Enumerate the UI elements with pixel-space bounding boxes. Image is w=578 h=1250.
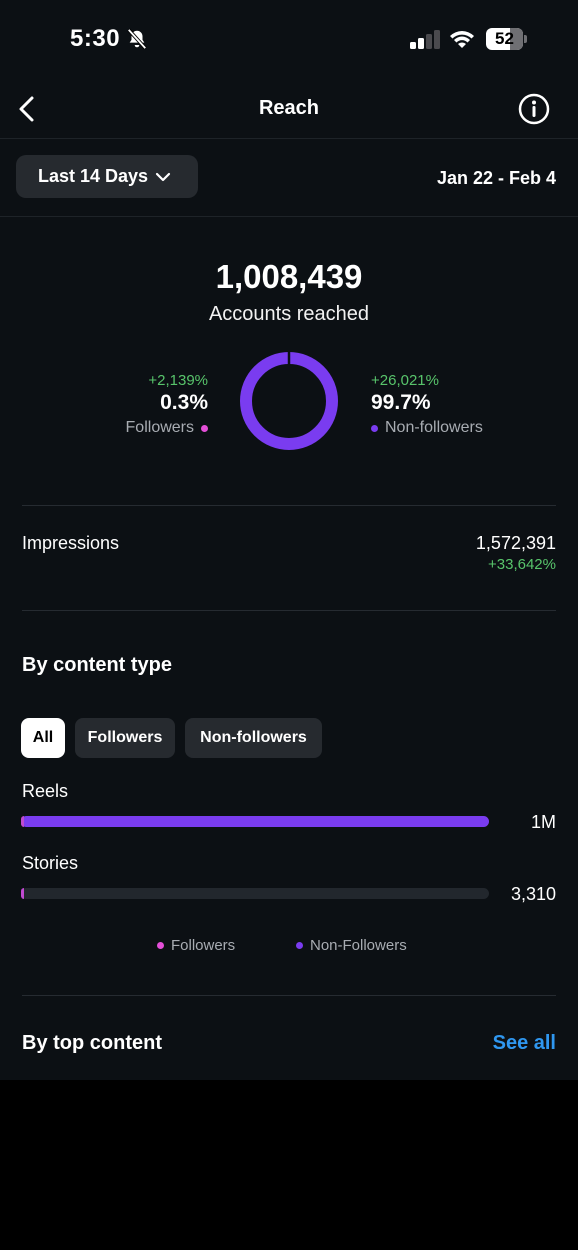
followers-stat: +2,139% 0.3% Followers bbox=[126, 372, 208, 437]
reels-value: 1M bbox=[530, 812, 556, 832]
see-all-link[interactable]: See all bbox=[493, 1032, 556, 1055]
non-followers-percent: 99.7% bbox=[371, 391, 431, 414]
reels-bar-followers-cap bbox=[21, 816, 24, 827]
donut-non-followers-arc bbox=[240, 352, 338, 450]
wifi-icon bbox=[450, 31, 474, 48]
non-followers-label: Non-followers bbox=[385, 419, 483, 436]
followers-percent: 0.3% bbox=[160, 391, 208, 414]
tab-non-followers[interactable]: Non-followers bbox=[185, 718, 322, 758]
divider bbox=[22, 995, 556, 996]
reels-bar-fill bbox=[21, 816, 489, 827]
accounts-reached-count: 1,008,439 bbox=[215, 258, 363, 295]
battery-level: 52 bbox=[495, 29, 514, 48]
reach-screen: 5:30 52 Reach Last 14 Days Jan 22 - Feb … bbox=[0, 0, 578, 1080]
non-followers-change: +26,021% bbox=[371, 372, 439, 389]
stories-label: Stories bbox=[22, 853, 79, 873]
legend-non-followers: Non-Followers bbox=[296, 937, 407, 954]
date-range-dropdown[interactable]: Last 14 Days bbox=[16, 155, 198, 198]
cellular-signal-icon bbox=[410, 30, 440, 49]
filter-divider bbox=[0, 216, 578, 217]
followers-legend-dot bbox=[201, 424, 208, 432]
battery-icon: 52 bbox=[486, 28, 528, 50]
reels-label: Reels bbox=[22, 781, 69, 801]
divider bbox=[22, 610, 556, 611]
stories-bar bbox=[21, 888, 489, 899]
legend-non-followers-dot bbox=[296, 942, 303, 949]
legend-followers-label: Followers bbox=[171, 937, 236, 954]
top-content-title: By top content bbox=[22, 1032, 162, 1054]
page-title: Reach bbox=[258, 97, 320, 119]
legend-followers-dot bbox=[157, 942, 164, 949]
legend-non-followers-label: Non-Followers bbox=[310, 937, 407, 954]
date-range-text: Jan 22 - Feb 4 bbox=[436, 168, 556, 188]
bell-slash-icon bbox=[127, 28, 147, 50]
header-divider bbox=[0, 138, 578, 139]
date-range-dropdown-label: Last 14 Days bbox=[38, 166, 149, 186]
status-time: 5:30 bbox=[70, 25, 121, 52]
tab-all[interactable]: All bbox=[21, 718, 65, 758]
accounts-reached-label: Accounts reached bbox=[208, 303, 370, 325]
legend-followers: Followers bbox=[157, 937, 235, 954]
tab-followers[interactable]: Followers bbox=[75, 718, 175, 758]
divider bbox=[22, 505, 556, 506]
followers-change: +2,139% bbox=[148, 372, 208, 389]
impressions-value: 1,572,391 bbox=[475, 533, 556, 553]
non-followers-stat: +26,021% 99.7% Non-followers bbox=[371, 372, 483, 437]
reels-bar bbox=[21, 816, 489, 827]
non-followers-legend-dot bbox=[371, 424, 378, 432]
reach-donut-chart bbox=[240, 351, 338, 450]
impressions-label: Impressions bbox=[22, 533, 120, 553]
chevron-down-icon bbox=[155, 172, 171, 181]
stories-bar-followers-cap bbox=[21, 888, 24, 899]
impressions-change: +33,642% bbox=[488, 556, 556, 573]
followers-label: Followers bbox=[125, 419, 194, 436]
content-type-title: By content type bbox=[22, 654, 173, 676]
info-icon[interactable] bbox=[518, 93, 550, 125]
stories-value: 3,310 bbox=[510, 884, 556, 904]
